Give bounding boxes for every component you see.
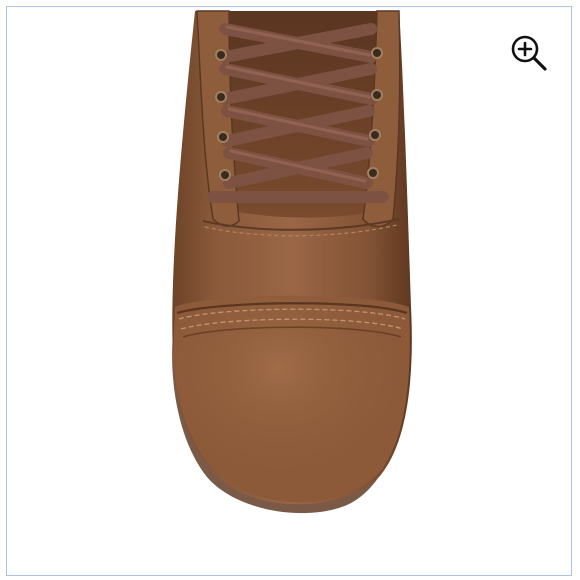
- product-image[interactable]: [7, 7, 571, 575]
- zoom-in-icon: [511, 35, 547, 71]
- product-image-viewer: [6, 6, 572, 576]
- zoom-in-button[interactable]: [509, 33, 549, 73]
